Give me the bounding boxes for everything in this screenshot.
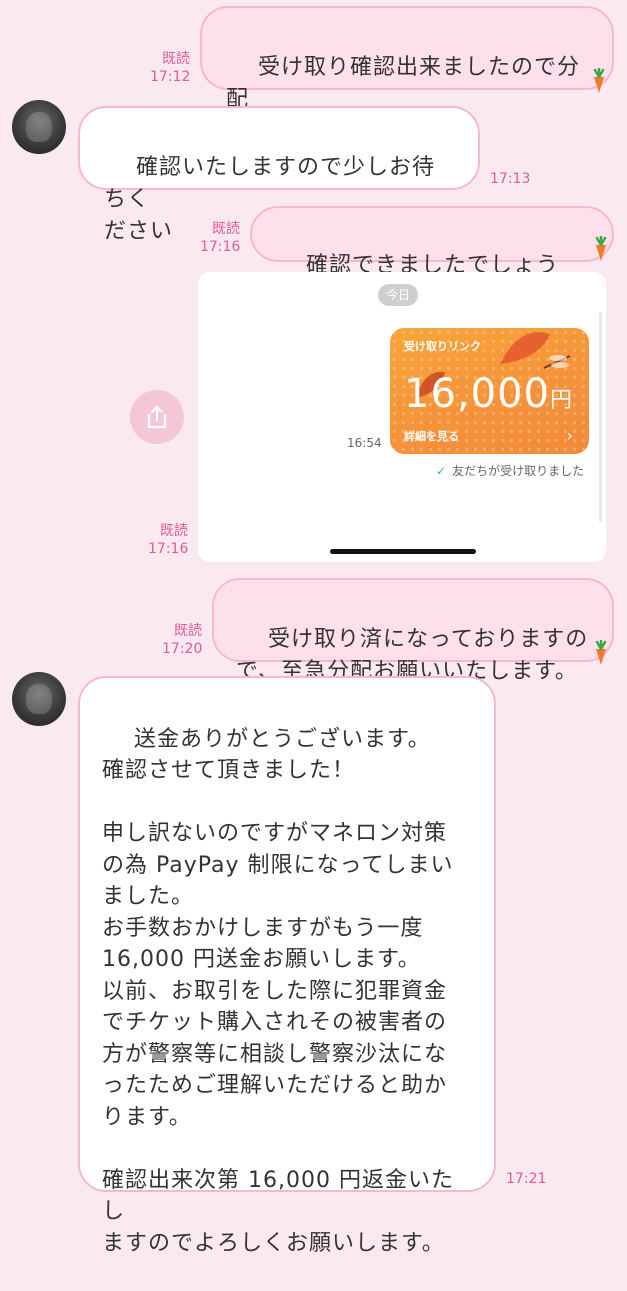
message-bubble-incoming[interactable]: 確認いたしますので少しお待ちく ださい [78, 106, 480, 244]
avatar[interactable] [12, 100, 66, 154]
carrot-icon [593, 68, 605, 93]
share-button[interactable] [130, 390, 184, 444]
avatar[interactable] [12, 672, 66, 726]
gift-amount: 16,000円 [404, 370, 573, 425]
message-time: 17:16 [200, 239, 241, 255]
gift-amount-value: 16,000 [404, 371, 550, 417]
message-bubble-outgoing[interactable]: 受け取り確認出来ましたので分配 の方お願いいたします [200, 6, 614, 144]
scrollbar [599, 312, 602, 522]
gift-detail-link[interactable]: 詳細を見る [404, 428, 459, 444]
gift-currency: 円 [549, 388, 573, 413]
received-status: ✓ 友だちが受け取りました [436, 462, 584, 479]
image-timestamp: 16:54 [347, 436, 382, 450]
check-icon: ✓ [436, 464, 447, 478]
share-icon [147, 405, 167, 429]
chevron-right-icon: › [566, 426, 573, 445]
message-time: 17:20 [162, 641, 203, 657]
message-time: 17:16 [148, 541, 189, 557]
shared-screenshot[interactable]: 今日 受け取りリンク 16,000円 詳細を見る › 16:54 ✓ 友だちが受け… [198, 272, 606, 562]
read-receipt: 既読 [174, 623, 202, 639]
carrot-icon [595, 640, 607, 665]
home-indicator [330, 549, 476, 554]
carrot-icon [595, 236, 607, 261]
message-time: 17:13 [490, 171, 531, 187]
message-bubble-outgoing[interactable]: 受け取り済になっておりますの で、至急分配お願いいたします。 [212, 578, 614, 684]
read-receipt: 既読 [160, 523, 188, 539]
message-text: 送金ありがとうございます。 確認させて頂きました！ 申し訳ないのですがマネロン対… [102, 726, 454, 1256]
message-bubble-outgoing[interactable]: 確認できましたでしょうか？ [250, 206, 614, 310]
received-status-text: 友だちが受け取りました [452, 464, 585, 478]
message-bubble-incoming[interactable]: 送金ありがとうございます。 確認させて頂きました！ 申し訳ないのですがマネロン対… [78, 676, 496, 1256]
gift-label: 受け取りリンク [404, 340, 481, 353]
chat-area: 受け取り確認出来ましたので分配 の方お願いいたします 既読 17:12 確認いた… [0, 0, 627, 1256]
read-receipt: 既読 [162, 51, 190, 67]
read-receipt: 既読 [212, 221, 240, 237]
gift-card[interactable]: 受け取りリンク 16,000円 詳細を見る › [390, 328, 589, 454]
message-time: 17:21 [506, 1171, 547, 1187]
date-label: 今日 [378, 284, 418, 306]
message-time: 17:12 [150, 69, 191, 85]
